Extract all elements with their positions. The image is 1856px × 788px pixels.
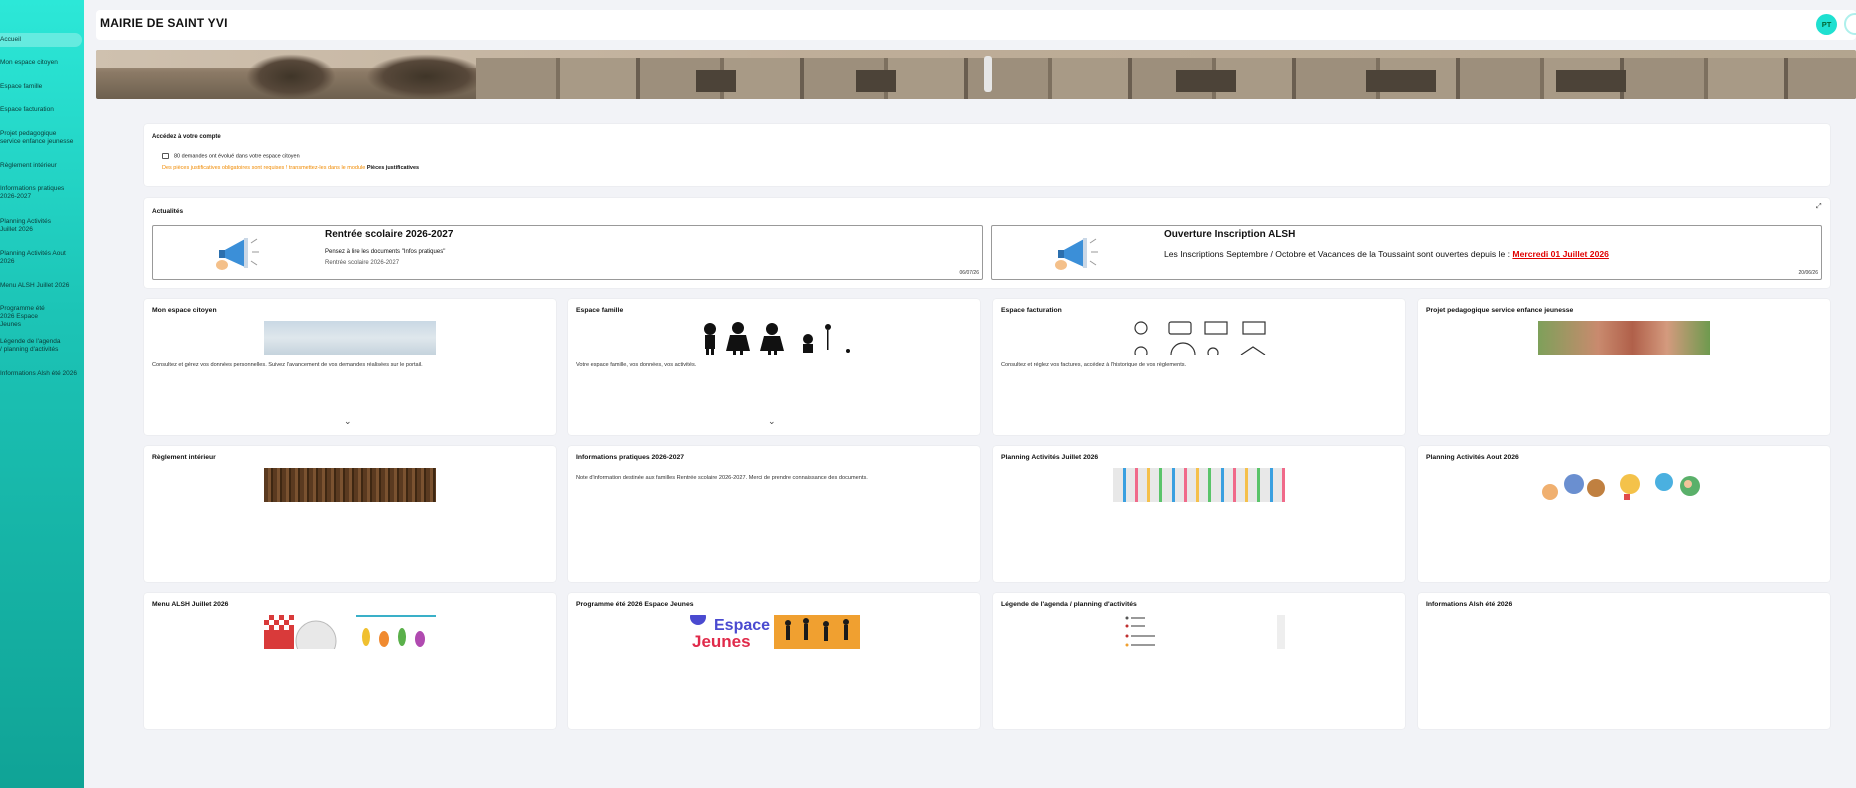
tile-programme-espace-jeunes[interactable]: Programme été 2026 Espace Jeunes Espace … (568, 593, 980, 729)
header: MAIRIE DE SAINT YVI PT (96, 10, 1856, 40)
tile-description: Votre espace famille, vos données, vos a… (576, 362, 697, 368)
tile-image (264, 468, 436, 502)
sidebar-item-espace-famille[interactable]: Espace famille (0, 83, 44, 91)
banner-window (696, 70, 736, 92)
sidebar-item-informations-alsh[interactable]: Informations Alsh été 2026 (0, 370, 79, 378)
tile-title: Informations Alsh été 2026 (1426, 601, 1513, 608)
banner-window (1366, 70, 1436, 92)
tile-title: Règlement intérieur (152, 454, 216, 461)
tile-title: Menu ALSH Juillet 2026 (152, 601, 229, 608)
sidebar-item-planning-juillet[interactable]: Planning Activités Juillet 2026 (0, 218, 70, 234)
sidebar-item-espace-facturation[interactable]: Espace facturation (0, 106, 56, 114)
app-title: MAIRIE DE SAINT YVI (100, 16, 228, 30)
documents-line: Des pièces justificatives obligatoires s… (162, 165, 419, 171)
sidebar-item-programme-espace-jeunes[interactable]: Programme été 2026 Espace Jeunes (0, 305, 62, 329)
tile-title: Projet pedagogique service enfance jeune… (1426, 307, 1574, 314)
news-card[interactable]: Ouverture Inscription ALSH Les Inscripti… (991, 225, 1822, 280)
news-title: Ouverture Inscription ALSH (1164, 229, 1296, 240)
sidebar-item-informations-pratiques[interactable]: Informations pratiques 2026-2027 (0, 185, 68, 201)
tile-title: Espace famille (576, 307, 624, 314)
tile-informations-pratiques[interactable]: Informations pratiques 2026-2027 Note d'… (568, 446, 980, 582)
tile-title: Mon espace citoyen (152, 307, 217, 314)
tile-title: Espace facturation (1001, 307, 1062, 314)
tile-title: Planning Activités Juillet 2026 (1001, 454, 1099, 461)
notification-ring-icon[interactable] (1844, 13, 1856, 35)
tile-espace-facturation[interactable]: Espace facturation Consultez et réglez v… (993, 299, 1405, 435)
documents-warning: Des pièces justificatives obligatoires s… (162, 165, 366, 171)
tile-title: Planning Activités Aout 2026 (1426, 454, 1519, 461)
sidebar-item-legende-agenda[interactable]: Légende de l'agenda / planning d'activit… (0, 338, 66, 354)
sidebar-item-accueil[interactable]: Accueil (0, 33, 82, 47)
news-panel: Actualités ⤢ Rentrée scolaire 2026-2027 … (144, 198, 1830, 288)
kids-cartoon-icon (1542, 473, 1700, 500)
requests-text: 80 demandes ont évolué dans votre espace… (174, 153, 300, 160)
tile-title: Programme été 2026 Espace Jeunes (576, 601, 694, 608)
banner-window (1556, 70, 1626, 92)
chevron-down-icon[interactable]: ⌄ (768, 416, 776, 427)
tile-espace-famille[interactable]: Espace famille Votre espace famille, vos… (568, 299, 980, 435)
menu-cutlery-icon (264, 615, 436, 649)
legend-image (1113, 615, 1285, 649)
avatar[interactable]: PT (1816, 14, 1837, 35)
banner-window (1176, 70, 1236, 92)
banner-image (96, 50, 1856, 99)
megaphone-icon (1055, 238, 1098, 270)
sidebar-item-reglement-interieur[interactable]: Règlement intérieur (0, 162, 59, 170)
banner-building (476, 58, 1856, 99)
tile-title: Légende de l'agenda / planning d'activit… (1001, 601, 1137, 608)
sidebar-item-planning-aout[interactable]: Planning Activités Aout 2026 (0, 250, 70, 266)
tile-description: Consultez et gérez vos données personnel… (152, 362, 423, 368)
news-text-2: Rentrée scolaire 2026-2027 (325, 260, 400, 266)
tile-menu-alsh[interactable]: Menu ALSH Juillet 2026 (144, 593, 556, 729)
banner-tree (246, 54, 336, 99)
tile-description: Consultez et réglez vos factures, accéde… (1001, 362, 1187, 368)
expand-icon[interactable]: ⤢ (1816, 203, 1824, 211)
account-panel: Accédez à votre compte 80 demandes ont é… (144, 124, 1830, 186)
tile-image (264, 321, 436, 355)
tile-reglement-interieur[interactable]: Règlement intérieur (144, 446, 556, 582)
news-heading: Actualités (152, 208, 184, 215)
megaphone-icon (216, 238, 259, 270)
espace-jeunes-image: Espace Jeunes (688, 615, 860, 649)
tile-legende-agenda[interactable]: Légende de l'agenda / planning d'activit… (993, 593, 1405, 729)
news-date: 20/06/26 (1798, 270, 1818, 276)
banner-window (856, 70, 896, 92)
tile-image (1113, 468, 1285, 502)
news-card[interactable]: Rentrée scolaire 2026-2027 Pensez à lire… (152, 225, 983, 280)
documents-link[interactable]: Pièces justificatives (367, 165, 419, 171)
espace-jeunes-logo: Espace Jeunes (688, 615, 860, 649)
billing-icons-image (1113, 321, 1285, 355)
tile-informations-alsh[interactable]: Informations Alsh été 2026 (1418, 593, 1830, 729)
news-text: Les Inscriptions Septembre / Octobre et … (1164, 249, 1511, 259)
sidebar-item-projet-pedagogique[interactable]: Projet pedagogique service enfance jeune… (0, 130, 80, 146)
news-date-link[interactable]: Mercredi 01 Juillet 2026 (1512, 249, 1609, 259)
news-text: Pensez à lire les documents "Infos prati… (325, 249, 446, 255)
news-date: 06/07/26 (959, 270, 979, 276)
tile-description: Note d'information destinée aux familles… (576, 475, 868, 481)
tile-planning-juillet[interactable]: Planning Activités Juillet 2026 (993, 446, 1405, 582)
account-heading: Accédez à votre compte (152, 134, 221, 140)
family-drawing-icon (704, 322, 850, 355)
sidebar-item-mon-espace-citoyen[interactable]: Mon espace citoyen (0, 59, 60, 67)
tile-mon-espace-citoyen[interactable]: Mon espace citoyen Consultez et gérez vo… (144, 299, 556, 435)
menu-image (264, 615, 436, 649)
sidebar-item-menu-alsh[interactable]: Menu ALSH Juillet 2026 (0, 282, 71, 290)
svg-text:Jeunes: Jeunes (692, 632, 751, 649)
kids-cartoon-image (1538, 468, 1710, 502)
message-icon (162, 153, 169, 159)
banner-tree (366, 54, 486, 99)
tile-projet-pedagogique[interactable]: Projet pedagogique service enfance jeune… (1418, 299, 1830, 435)
requests-line[interactable]: 80 demandes ont évolué dans votre espace… (162, 153, 300, 159)
news-text-line: Les Inscriptions Septembre / Octobre et … (1164, 249, 1609, 259)
chevron-down-icon[interactable]: ⌄ (344, 416, 352, 427)
legend-list-icon (1113, 615, 1285, 649)
tile-image (1538, 321, 1710, 355)
billing-icons (1134, 321, 1266, 355)
carousel-handle[interactable] (984, 56, 992, 92)
sidebar: Accueil Mon espace citoyen Espace famill… (0, 0, 84, 788)
tile-planning-aout[interactable]: Planning Activités Aout 2026 (1418, 446, 1830, 582)
tile-title: Informations pratiques 2026-2027 (576, 454, 685, 461)
news-title: Rentrée scolaire 2026-2027 (325, 229, 454, 240)
family-drawing-image (688, 321, 860, 355)
